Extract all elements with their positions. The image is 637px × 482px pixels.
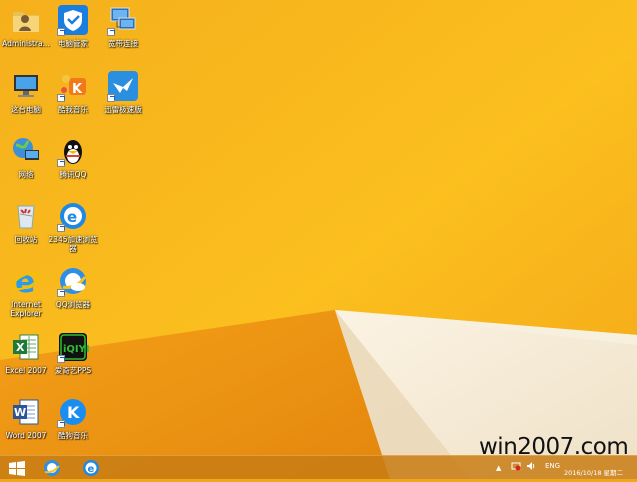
network-connection-icon [107,4,139,36]
shortcut-arrow-icon [57,420,65,428]
icon-label: 回收站 [14,235,38,244]
desktop-icon-broadband[interactable]: 宽带连接 [94,2,152,64]
kugou-k-icon: K [57,396,89,428]
qq-browser-icon [57,265,89,297]
icon-label: 迅雷极速版 [104,105,142,114]
icon-label: Administra... [2,39,50,48]
shortcut-arrow-icon [57,355,65,363]
svg-text:e: e [67,208,77,226]
volume-icon[interactable] [526,461,536,473]
taskbar-clock[interactable]: 2016/10/18 星期二 [564,469,623,478]
icon-label: 酷狗音乐 [58,431,88,440]
browser-e-icon: e [57,200,89,232]
desktop-icon-tencent-qq[interactable]: 腾讯QQ [44,133,102,195]
recycle-bin-icon [10,200,42,232]
desktop-icon-kugou-music-2[interactable]: K 酷狗音乐 [44,394,102,456]
svg-text:K: K [67,403,80,422]
desktop-icon-iqiyi-pps[interactable]: iQIYI 爱奇艺PPS [44,329,102,391]
svg-text:W: W [14,406,26,419]
browser-e-icon: e [83,460,99,476]
start-button[interactable] [6,458,28,478]
taskbar-qq-browser[interactable] [40,458,64,478]
desktop-icon-xunlei-speed[interactable]: 迅雷极速版 [94,68,152,130]
svg-text:e: e [15,265,35,297]
qq-browser-icon [44,460,60,476]
svg-text:X: X [16,341,25,354]
svg-text:e: e [88,464,95,475]
pc-manager-icon [57,4,89,36]
shortcut-arrow-icon [107,28,115,36]
desktop-icon-browser-2345[interactable]: e 2345加速浏览器 [44,198,102,260]
excel-icon: X [10,331,42,363]
windows-logo-icon [9,461,25,476]
shortcut-arrow-icon [57,159,65,167]
icon-label: 酷我音乐 [58,105,88,114]
network-status-icon[interactable] [511,461,521,473]
icon-label: Internet Explorer [10,300,42,318]
network-globe-icon [10,135,42,167]
computer-icon [10,70,42,102]
icon-label: 网络 [18,170,34,179]
xunlei-bird-icon [107,70,139,102]
user-folder-icon [10,4,42,36]
shortcut-arrow-icon [57,94,65,102]
icon-label: Word 2007 [5,431,47,440]
taskbar-ie[interactable]: e [79,458,103,478]
internet-explorer-icon: e [10,265,42,300]
icon-label: QQ浏览器 [55,300,91,309]
iqiyi-icon: iQIYI [57,331,90,363]
icon-label: 2345加速浏览器 [48,235,98,253]
icon-label: 电脑管家 [58,39,88,48]
desktop-icon-qq-browser[interactable]: QQ浏览器 [44,263,102,325]
shortcut-arrow-icon [107,94,115,102]
icon-label: Excel 2007 [5,366,47,375]
icon-label: 这台电脑 [11,105,41,114]
music-app-icon: K [57,70,89,102]
svg-text:iQIYI: iQIYI [63,344,89,355]
word-icon: W [10,396,42,428]
taskbar: e ▲ ENG [0,455,637,479]
shortcut-arrow-icon [57,28,65,36]
shortcut-arrow-icon [57,289,65,297]
shortcut-arrow-icon [57,224,65,232]
svg-text:K: K [72,82,83,97]
icon-label: 宽带连接 [108,39,138,48]
show-hidden-icons-chevron[interactable]: ▲ [496,464,501,472]
icon-label: 腾讯QQ [59,170,87,179]
input-language-indicator[interactable]: ENG [545,462,560,470]
qq-penguin-icon [57,135,89,167]
icon-label: 爱奇艺PPS [54,366,92,375]
